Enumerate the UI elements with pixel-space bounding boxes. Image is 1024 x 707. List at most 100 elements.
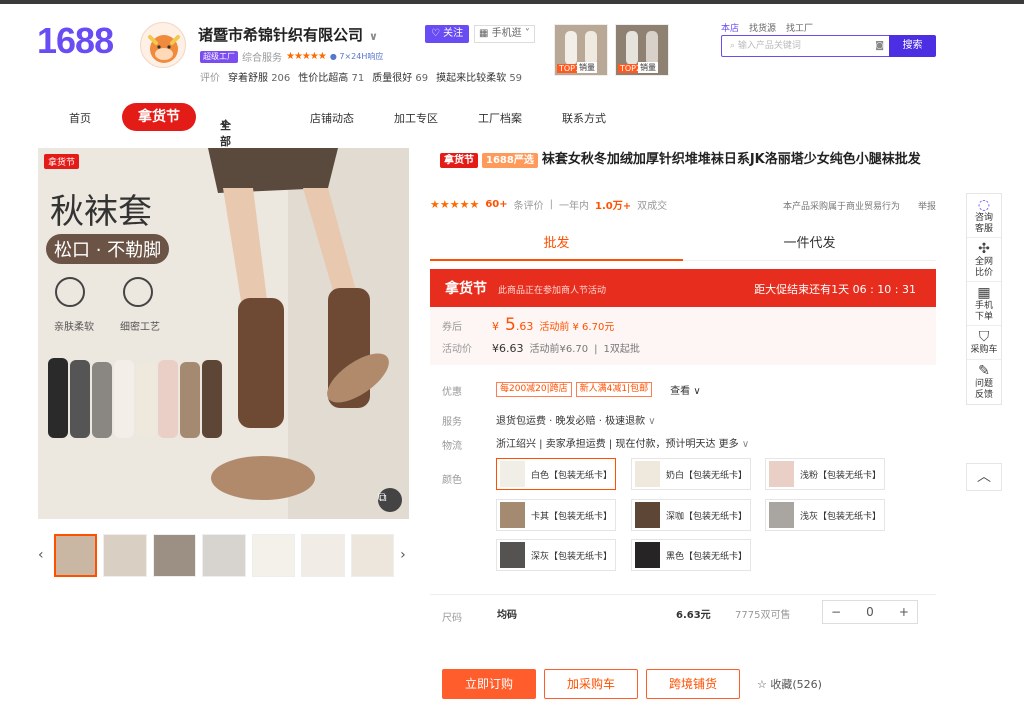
shop-avatar[interactable] — [140, 22, 186, 68]
chevron-down-icon: ∨ — [693, 386, 701, 397]
coupon-tag[interactable]: 新人满4减1|包邮 — [575, 382, 653, 397]
nav-shop-news[interactable]: 店铺动态 — [310, 110, 354, 126]
score-item-num: 71 — [351, 73, 365, 84]
coupon-price-row: 券后 ¥5.63 活动前 ¥ 6.70元 — [442, 315, 614, 335]
color-option[interactable]: 深灰【包装无纸卡】 — [496, 539, 616, 571]
thumbnail[interactable] — [251, 533, 296, 577]
sidebar-label: 下单 — [974, 312, 993, 322]
sidebar-label: 手机 — [974, 301, 993, 311]
color-option[interactable]: 黑色【包装无纸卡】 — [631, 539, 751, 571]
top-product-thumb-1[interactable]: TOP1 销量 — [554, 24, 608, 76]
site-logo[interactable]: 1688 — [37, 20, 114, 62]
main-product-image[interactable]: 拿货节 秋袜套 松口 · 不勒脚 亲肤柔软 细密工艺 ⧉ — [38, 148, 409, 519]
tab-dropship[interactable]: 一件代发 — [683, 229, 936, 261]
favorite-label: 收藏(526) — [770, 678, 822, 691]
image-expand-icon[interactable]: ⧉ — [378, 490, 387, 505]
logistics-text[interactable]: 浙江绍兴 | 卖家承担运费 | 现在付款，预计明天达 更多 ∨ — [496, 435, 749, 450]
quantity-value[interactable]: 0 — [866, 605, 874, 619]
super-factory-badge: 超级工厂 — [200, 50, 238, 63]
search-tab-source[interactable]: 找货源 — [749, 21, 776, 34]
color-option[interactable]: 奶白【包装无纸卡】 — [631, 458, 751, 490]
report-link[interactable]: 举报 — [918, 199, 936, 212]
search-tab-factory[interactable]: 找工厂 — [786, 21, 813, 34]
thumbnail[interactable] — [301, 533, 345, 577]
shop-name-text[interactable]: 诸暨市希锦针织有限公司 — [198, 26, 363, 44]
color-option-label: 黑色【包装无纸卡】 — [666, 551, 748, 562]
color-option-label: 深咖【包装无纸卡】 — [666, 511, 748, 522]
search-button[interactable]: 搜索 — [889, 35, 936, 57]
chevron-right-icon[interactable]: › — [400, 547, 410, 563]
sidebar-item-price-compare[interactable]: ✣ 全网 比价 — [967, 238, 1001, 282]
color-option[interactable]: 卡其【包装无纸卡】 — [496, 499, 616, 531]
color-swatch — [635, 542, 660, 568]
purchase-mode-tabs: 批发 一件代发 — [430, 229, 936, 261]
service-text[interactable]: 退货包运费 · 晚发必赔 · 极速退款 ∨ — [496, 412, 656, 427]
plus-icon[interactable]: + — [899, 605, 909, 619]
favorite-button[interactable]: ☆ 收藏(526) — [757, 676, 822, 692]
tab-wholesale[interactable]: 批发 — [430, 229, 683, 261]
sidebar-item-feedback[interactable]: ✎ 问题 反馈 — [967, 360, 1001, 404]
thumbnail[interactable] — [152, 533, 197, 577]
chevron-down-icon: ∨ — [741, 439, 750, 450]
year-label: 一年内 — [558, 201, 589, 212]
sidebar-item-mobile-order[interactable]: ▦ 手机 下单 — [967, 282, 1001, 326]
minus-icon[interactable]: − — [831, 605, 841, 619]
thumbnail[interactable] — [350, 533, 395, 577]
search-tab-store[interactable]: 本店 — [721, 21, 739, 34]
review-suffix: 条评价 — [513, 201, 544, 212]
score-item-num: 59 — [509, 73, 523, 84]
color-option[interactable]: 深咖【包装无纸卡】 — [631, 499, 751, 531]
buy-now-button[interactable]: 立即订购 — [442, 669, 536, 699]
color-option[interactable]: 浅灰【包装无纸卡】 — [765, 499, 885, 531]
coupon-price-dec: .63 — [515, 320, 534, 333]
nav-home[interactable]: 首页 — [69, 110, 91, 126]
image-subline: 松口 · 不勒脚 — [46, 234, 170, 264]
thumbnail[interactable] — [103, 533, 147, 577]
nav-contact[interactable]: 联系方式 — [562, 110, 606, 126]
color-swatch — [500, 461, 525, 487]
shop-name[interactable]: 诸暨市希锦针织有限公司 ∨ — [198, 24, 378, 45]
thumbnail[interactable] — [202, 533, 246, 577]
color-option[interactable]: 浅粉【包装无纸卡】 — [765, 458, 885, 490]
mobile-label: 手机逛 — [491, 28, 522, 39]
nav-processing[interactable]: 加工专区 — [394, 110, 438, 126]
score-label: 评价 — [200, 73, 220, 84]
score-row: 评价 穿着舒服 206 性价比超高 71 质量很好 69 摸起来比较柔软 59 — [200, 69, 522, 84]
chevron-down-icon: ∨ — [220, 117, 229, 130]
ox-mascot-icon — [148, 35, 180, 63]
price-panel: 券后 ¥5.63 活动前 ¥ 6.70元 活动价 ¥6.63 活动前¥6.70 … — [430, 307, 936, 365]
min-order: 1双起批 — [603, 344, 640, 355]
review-count[interactable]: 60+ — [485, 199, 507, 210]
mobile-browse-button[interactable]: ▦ 手机逛 ˅ — [474, 25, 535, 43]
nav-festival[interactable]: 拿货节 — [122, 103, 196, 131]
top-product-thumb-2[interactable]: TOP2 销量 — [615, 24, 669, 76]
top-tag-sub: 销量 — [638, 62, 658, 73]
search-input[interactable]: ⌕ 输入产品关键词 ◙ — [721, 35, 891, 57]
color-option-label: 深灰【包装无纸卡】 — [531, 551, 613, 562]
top-tag-sub: 销量 — [577, 62, 597, 73]
chevron-down-icon[interactable]: ∨ — [369, 30, 378, 43]
shop-nav: 首页 拿货节 全部商品 ∨ 店铺动态 加工专区 工厂档案 联系方式 — [0, 103, 1024, 180]
sidebar-item-customer-service[interactable]: ◌ 咨询 客服 — [967, 194, 1001, 238]
cross-border-button[interactable]: 跨境铺货 — [646, 669, 740, 699]
coupon-more[interactable]: 查看 ∨ — [670, 382, 701, 397]
thumbnail[interactable] — [53, 533, 98, 577]
deal-count: 1.0万+ — [594, 201, 632, 212]
size-price: 6.63元 — [676, 610, 711, 621]
currency-symbol: ¥ — [492, 320, 499, 333]
product-title-text: 袜套女秋冬加绒加厚针织堆堆袜日系JK洛丽塔少女纯色小腿袜批发 — [541, 152, 921, 167]
color-label: 颜色 — [442, 475, 462, 486]
color-option[interactable]: 白色【包装无纸卡】 — [496, 458, 616, 490]
chevron-left-icon[interactable]: ‹ — [38, 547, 48, 563]
sidebar-item-cart[interactable]: ⛉ 采购车 — [967, 326, 1001, 360]
color-option-label: 浅粉【包装无纸卡】 — [800, 470, 882, 481]
festival-tag: 拿货节 — [440, 153, 478, 168]
nav-factory-profile[interactable]: 工厂档案 — [478, 110, 522, 126]
add-to-cart-button[interactable]: 加采购车 — [544, 669, 638, 699]
floating-sidebar: ◌ 咨询 客服 ✣ 全网 比价 ▦ 手机 下单 ⛉ 采购车 ✎ 问题 反馈 — [966, 193, 1002, 405]
back-to-top-button[interactable]: ︿ — [966, 463, 1002, 491]
camera-icon[interactable]: ◙ — [875, 36, 884, 56]
coupon-tag[interactable]: 每200减20|跨店 — [496, 382, 572, 397]
thumbnail-strip: ‹ › — [38, 533, 410, 577]
follow-button[interactable]: ♡ 关注 — [425, 25, 470, 43]
